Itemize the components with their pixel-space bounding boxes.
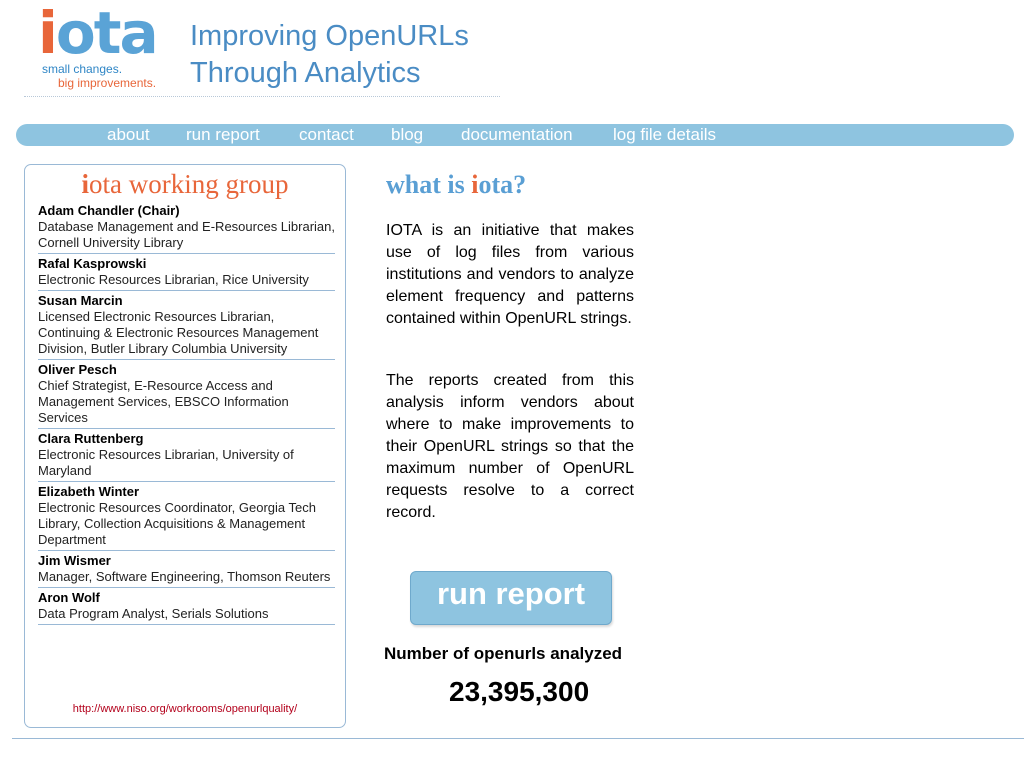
- member-item: Jim Wismer Manager, Software Engineering…: [38, 552, 335, 588]
- member-list: Adam Chandler (Chair) Database Managemen…: [38, 202, 335, 626]
- site-title-line-2: Through Analytics: [190, 57, 421, 89]
- member-item: Adam Chandler (Chair) Database Managemen…: [38, 202, 335, 254]
- member-item: Clara Ruttenberg Electronic Resources Li…: [38, 430, 335, 482]
- heading-post: ota?: [478, 170, 527, 199]
- member-title: Manager, Software Engineering, Thomson R…: [38, 569, 331, 584]
- nav-documentation[interactable]: documentation: [461, 125, 573, 145]
- nav-run-report[interactable]: run report: [186, 125, 260, 145]
- member-title: Licensed Electronic Resources Librarian,…: [38, 309, 319, 356]
- member-item: Aron Wolf Data Program Analyst, Serials …: [38, 589, 335, 625]
- tagline-small-changes: small changes.: [42, 62, 123, 76]
- member-title: Data Program Analyst, Serials Solutions: [38, 606, 269, 621]
- working-group-panel: iota working group Adam Chandler (Chair)…: [24, 164, 346, 728]
- main-nav: about run report contact blog documentat…: [16, 124, 1014, 146]
- working-group-title-i: i: [81, 169, 90, 199]
- openurl-count-label: Number of openurls analyzed: [384, 644, 623, 663]
- nav-blog[interactable]: blog: [391, 125, 423, 145]
- working-group-title: iota working group: [25, 167, 345, 201]
- member-title: Chief Strategist, E-Resource Access and …: [38, 378, 289, 425]
- member-title: Electronic Resources Librarian, Universi…: [38, 447, 294, 478]
- footer-divider: [12, 738, 1024, 739]
- member-name: Clara Ruttenberg: [38, 431, 144, 446]
- member-name: Jim Wismer: [38, 553, 111, 568]
- site-title: Improving OpenURLs Through Analytics: [190, 18, 469, 92]
- what-is-iota-heading: what is iota?: [386, 168, 526, 202]
- logo-i: i: [38, 0, 58, 67]
- iota-logo[interactable]: iota small changes. big improvements.: [38, 0, 198, 90]
- nav-log-file-details[interactable]: log file details: [613, 125, 716, 145]
- nav-about[interactable]: about: [107, 125, 150, 145]
- member-title: Electronic Resources Coordinator, Georgi…: [38, 500, 316, 547]
- openurl-count-value: 23,395,300: [449, 676, 590, 707]
- logo-wordmark: iota: [38, 0, 159, 67]
- working-group-title-rest: ota working group: [89, 169, 289, 199]
- member-item: Susan Marcin Licensed Electronic Resourc…: [38, 292, 335, 360]
- member-name: Adam Chandler (Chair): [38, 203, 180, 218]
- site-header: iota small changes. big improvements. Im…: [24, 0, 500, 97]
- member-name: Aron Wolf: [38, 590, 100, 605]
- nav-contact[interactable]: contact: [299, 125, 354, 145]
- tagline-big-improvements: big improvements.: [58, 76, 157, 90]
- member-title: Electronic Resources Librarian, Rice Uni…: [38, 272, 309, 287]
- reports-paragraph: The reports created from this analysis i…: [386, 372, 634, 521]
- member-name: Oliver Pesch: [38, 362, 117, 377]
- member-item: Rafal Kasprowski Electronic Resources Li…: [38, 255, 335, 291]
- member-item: Elizabeth Winter Electronic Resources Co…: [38, 483, 335, 551]
- logo-ota: ota: [55, 0, 159, 67]
- heading-pre: what is: [386, 170, 472, 199]
- member-name: Susan Marcin: [38, 293, 123, 308]
- member-name: Elizabeth Winter: [38, 484, 140, 499]
- niso-workroom-link[interactable]: http://www.niso.org/workrooms/openurlqua…: [25, 703, 345, 715]
- member-name: Rafal Kasprowski: [38, 256, 147, 271]
- member-title: Database Management and E-Resources Libr…: [38, 219, 336, 250]
- member-item: Oliver Pesch Chief Strategist, E-Resourc…: [38, 361, 335, 429]
- run-report-button[interactable]: run report: [410, 571, 612, 625]
- site-title-line-1: Improving OpenURLs: [190, 20, 469, 52]
- intro-paragraph: IOTA is an initiative that makes use of …: [386, 222, 634, 327]
